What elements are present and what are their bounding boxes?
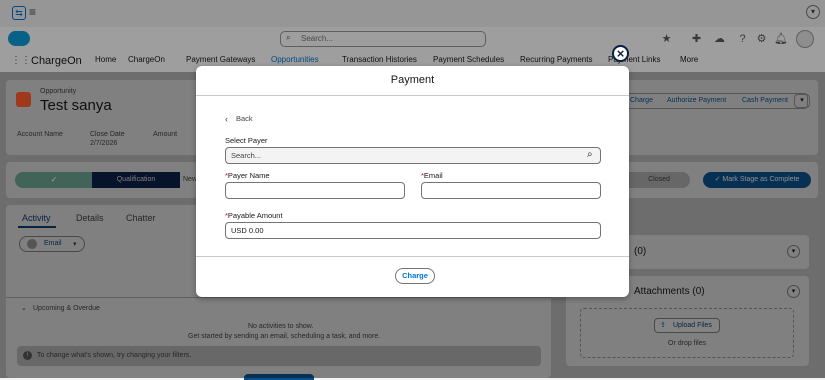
payable-amount-input[interactable]: USD 0.00 [225,222,601,239]
payer-name-input[interactable] [225,182,405,199]
close-icon[interactable]: × [612,45,629,62]
modal-title: Payment [390,74,435,86]
chevron-left-icon[interactable]: ‹ [225,114,228,124]
search-icon: ⌕ [587,149,593,160]
email-label: *Email [421,171,443,180]
charge-button[interactable]: Charge [395,268,435,284]
payable-amount-label-text: Payable Amount [227,211,283,220]
modal-header: Payment [196,66,629,96]
email-label-text: Email [423,171,443,180]
select-payer-label: Select Payer [225,136,268,145]
back-link[interactable]: Back [236,114,253,123]
payable-amount-label: *Payable Amount [225,211,283,220]
email-input[interactable] [421,182,601,199]
payer-name-label-text: Payer Name [227,171,270,180]
payment-modal: Payment ‹ Back Select Payer Search... ⌕ … [196,66,629,297]
payer-name-label: *Payer Name [225,171,270,180]
payer-search-input[interactable]: Search... [225,147,601,164]
